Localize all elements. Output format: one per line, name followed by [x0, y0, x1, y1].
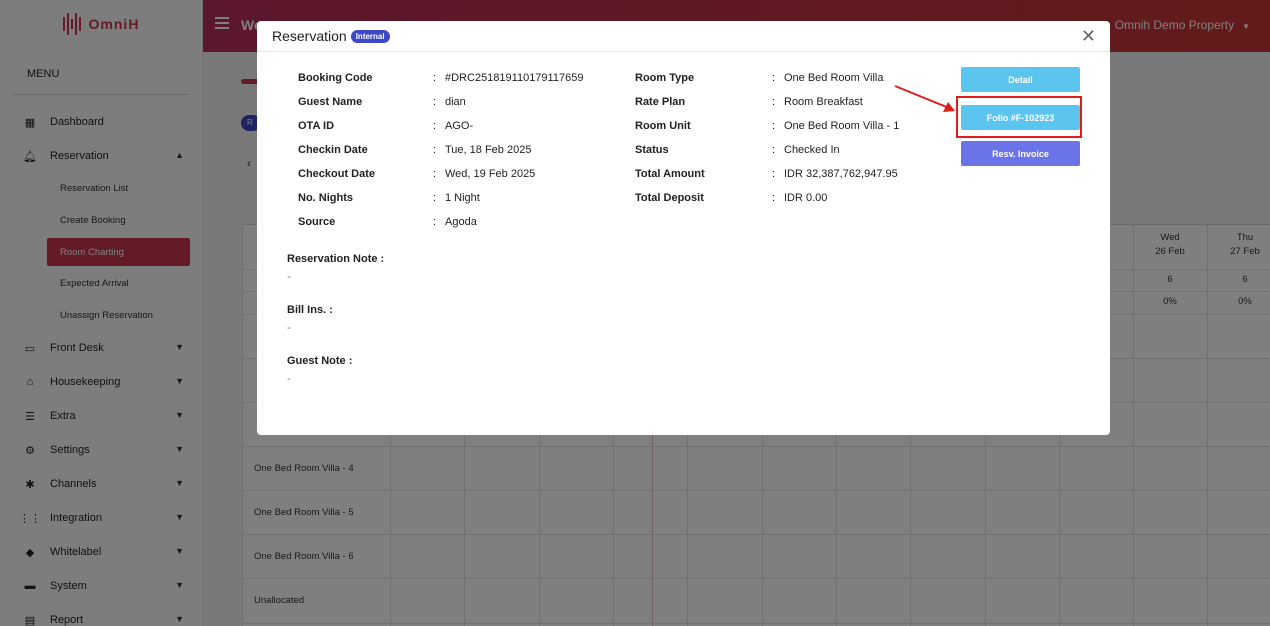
field-checkin-date: Checkin Date : Tue, 18 Feb 2025 [298, 144, 628, 158]
reservation-note-value: - [287, 271, 291, 283]
field-no-nights: No. Nights : 1 Night [298, 192, 628, 206]
field-label: Source [298, 216, 336, 228]
field-colon: : [772, 120, 776, 132]
modal-header: Reservation Internal [257, 21, 1110, 52]
field-colon: : [433, 96, 437, 108]
field-value: IDR 32,387,762,947.95 [784, 168, 898, 180]
field-total-amount: Total Amount : IDR 32,387,762,947.95 [635, 168, 935, 182]
field-value: dian [445, 96, 466, 108]
field-value: Wed, 19 Feb 2025 [445, 168, 536, 180]
modal-title: Reservation [272, 28, 347, 44]
reservation-note-label: Reservation Note : [287, 253, 385, 265]
field-colon: : [433, 144, 437, 156]
resv-invoice-button[interactable]: Resv. Invoice [961, 141, 1080, 166]
field-room-type: Room Type : One Bed Room Villa [635, 72, 935, 86]
annotation-arrow-icon [894, 85, 955, 112]
field-value: Checked In [784, 144, 840, 156]
field-label: Guest Name [298, 96, 363, 108]
field-value: IDR 0.00 [784, 192, 828, 204]
field-booking-code: Booking Code : #DRC251819110179117659 [298, 72, 628, 86]
field-label: Checkout Date [298, 168, 376, 180]
bill-ins-value: - [287, 322, 291, 334]
field-colon: : [772, 72, 776, 84]
field-label: Booking Code [298, 72, 373, 84]
field-colon: : [433, 168, 437, 180]
field-value: 1 Night [445, 192, 480, 204]
field-label: OTA ID [298, 120, 335, 132]
field-value: Tue, 18 Feb 2025 [445, 144, 532, 156]
detail-button[interactable]: Detail [961, 67, 1080, 92]
field-value: Agoda [445, 216, 477, 228]
field-rate-plan: Rate Plan : Room Breakfast [635, 96, 935, 110]
field-label: Checkin Date [298, 144, 368, 156]
field-guest-name: Guest Name : dian [298, 96, 628, 110]
highlight-box [956, 96, 1082, 138]
field-value: One Bed Room Villa - 1 [784, 120, 900, 132]
close-icon[interactable]: ✕ [1081, 26, 1096, 47]
field-colon: : [772, 192, 776, 204]
field-status: Status : Checked In [635, 144, 935, 158]
guest-note-label: Guest Note : [287, 355, 353, 367]
field-ota-id: OTA ID : AGO- [298, 120, 628, 134]
field-label: Room Type [635, 72, 695, 84]
field-colon: : [433, 192, 437, 204]
field-label: Room Unit [635, 120, 691, 132]
bill-ins-label: Bill Ins. : [287, 304, 333, 316]
field-checkout-date: Checkout Date : Wed, 19 Feb 2025 [298, 168, 628, 182]
reservation-modal: Reservation Internal ✕ Booking Code : #D… [257, 21, 1110, 435]
field-colon: : [772, 168, 776, 180]
field-colon: : [433, 216, 437, 228]
field-room-unit: Room Unit : One Bed Room Villa - 1 [635, 120, 935, 134]
field-value: Room Breakfast [784, 96, 863, 108]
field-label: Rate Plan [635, 96, 686, 108]
field-label: Total Deposit [635, 192, 704, 204]
field-label: Total Amount [635, 168, 705, 180]
internal-badge: Internal [350, 29, 390, 43]
field-colon: : [433, 72, 437, 84]
field-total-deposit: Total Deposit : IDR 0.00 [635, 192, 935, 206]
guest-note-value: - [287, 373, 291, 385]
field-value: One Bed Room Villa [784, 72, 884, 84]
field-label: Status [635, 144, 669, 156]
field-value: AGO- [445, 120, 474, 132]
field-colon: : [433, 120, 437, 132]
field-source: Source : Agoda [298, 216, 628, 230]
field-colon: : [772, 144, 776, 156]
field-label: No. Nights [298, 192, 353, 204]
field-colon: : [772, 96, 776, 108]
field-value: #DRC251819110179117659 [445, 72, 584, 84]
